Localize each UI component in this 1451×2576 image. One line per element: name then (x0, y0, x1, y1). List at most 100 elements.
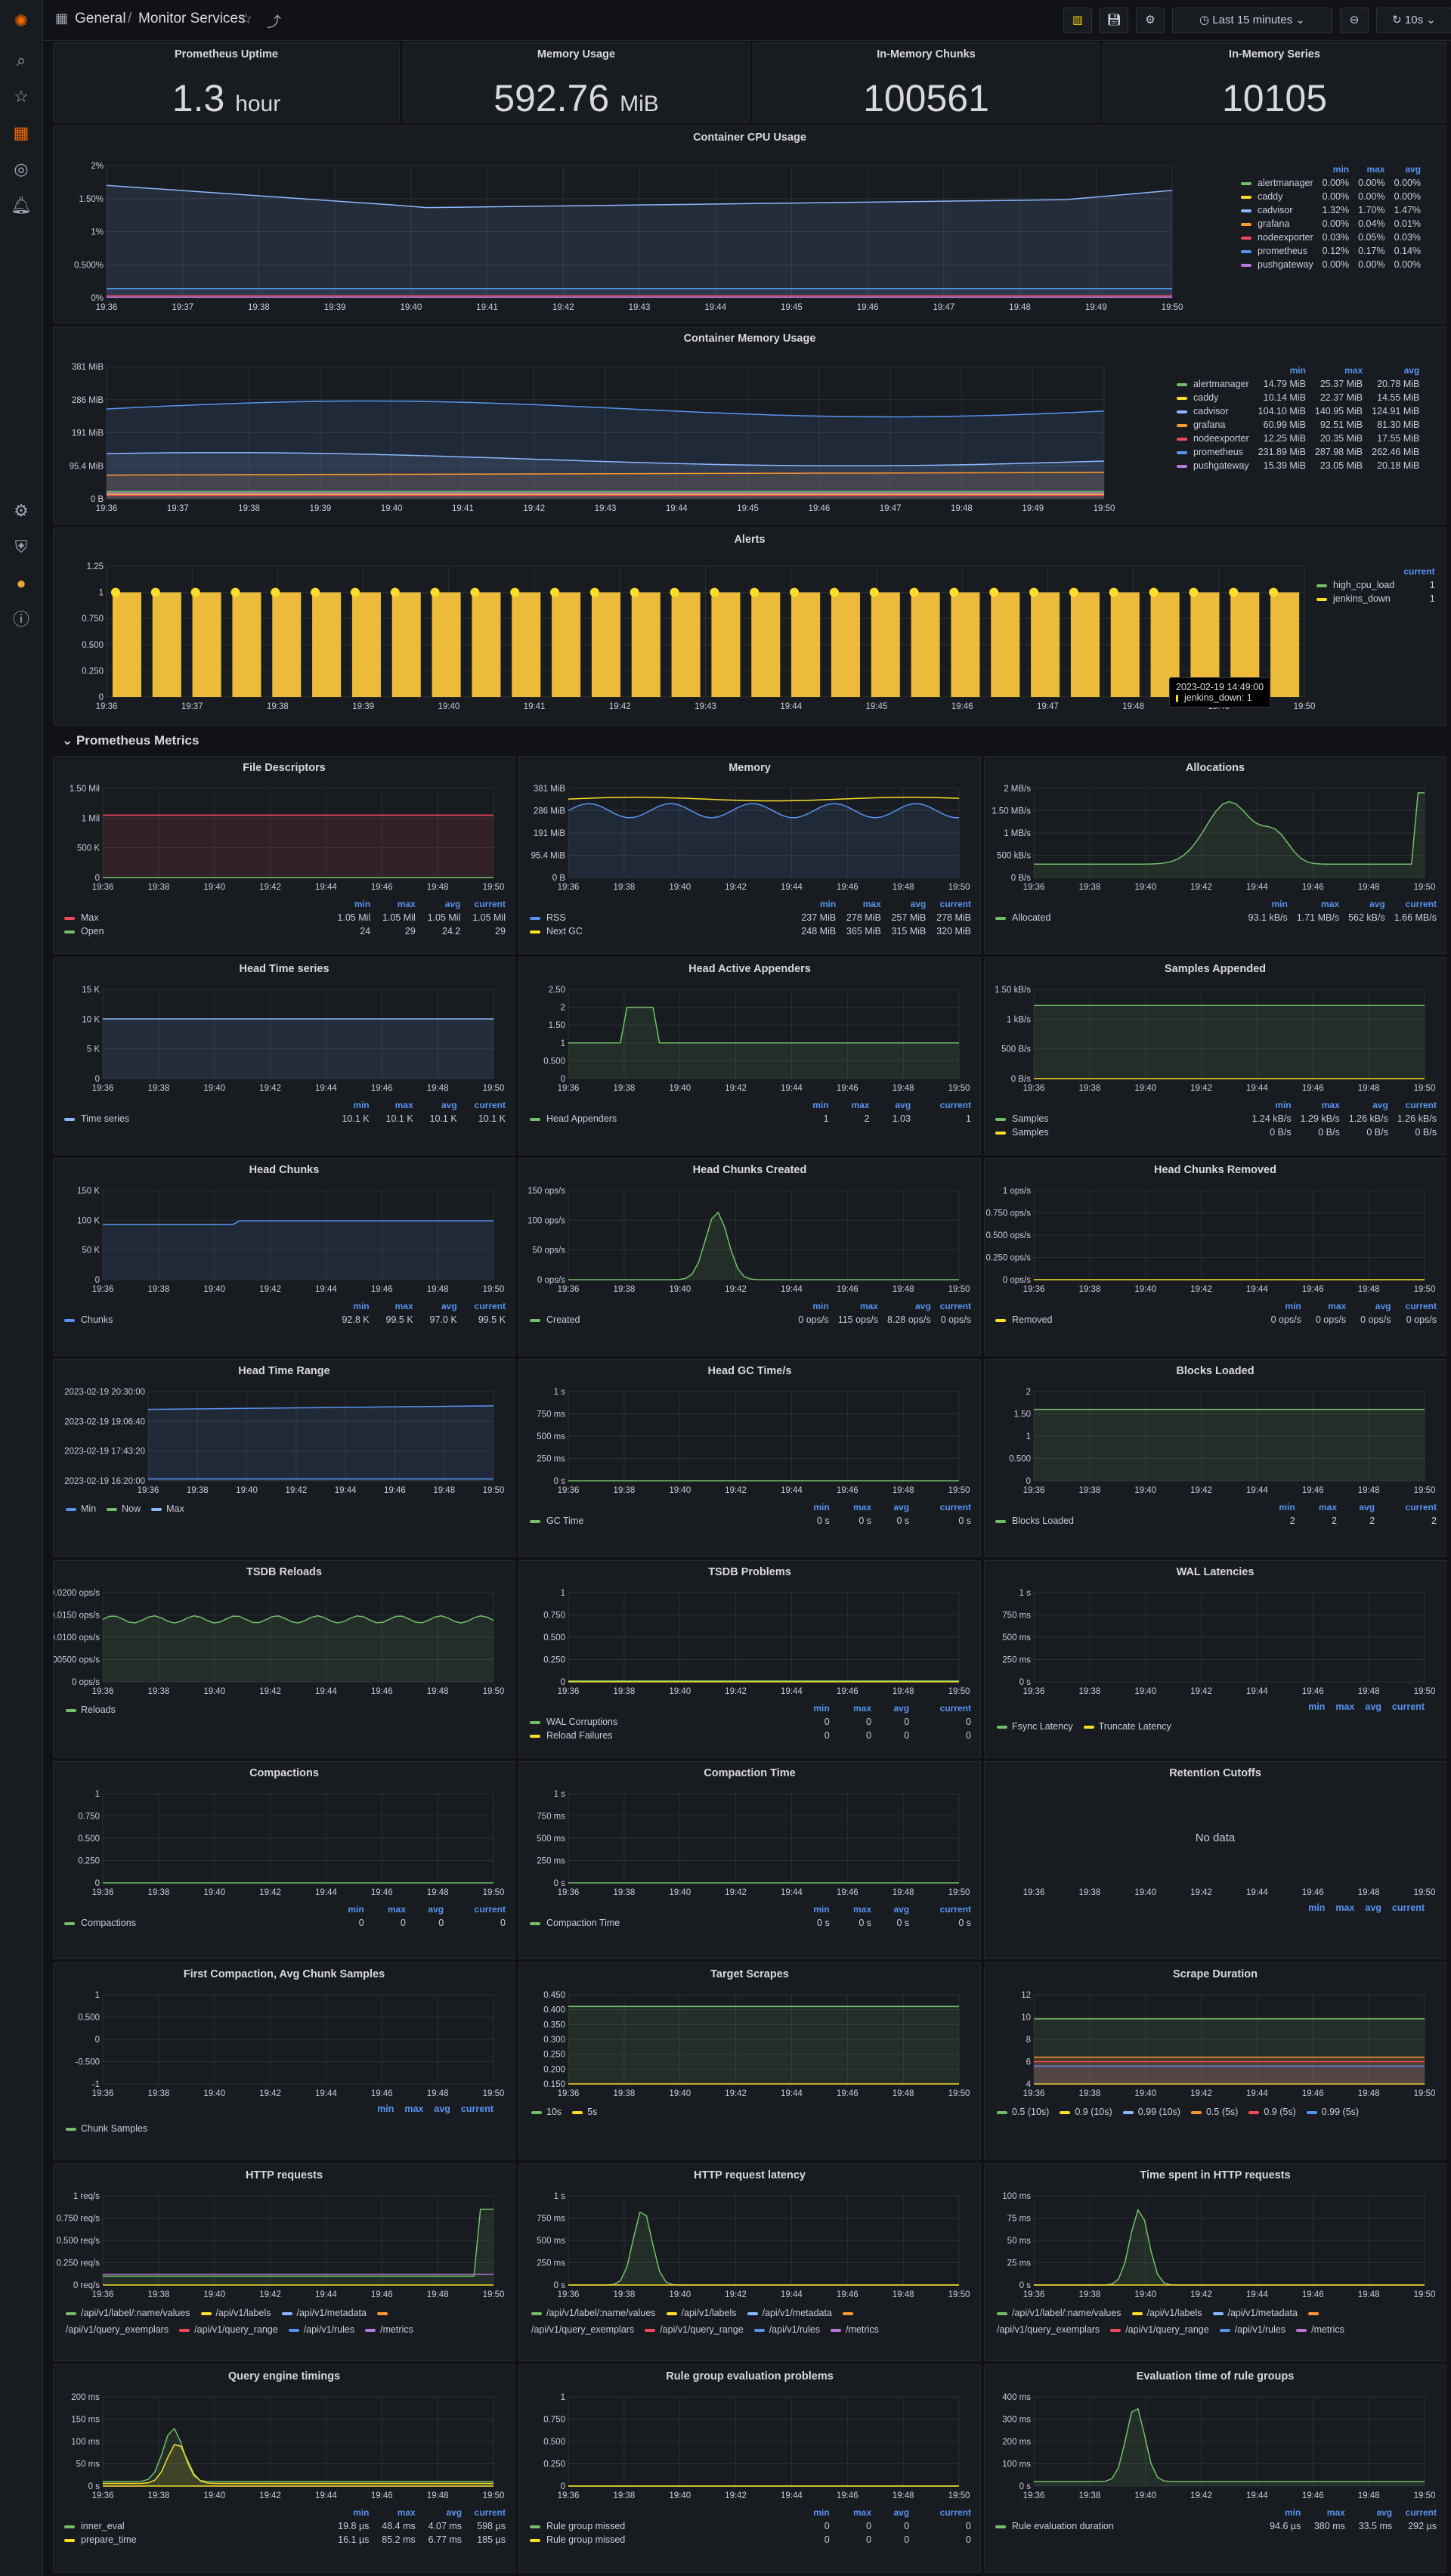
legend-header[interactable]: current (462, 1098, 510, 1112)
legend-header[interactable]: current (1399, 565, 1439, 578)
timeseries-panel[interactable]: HTTP requests 1 req/s 0.750 req/s 0.500 req… (53, 2163, 515, 2361)
legend-item[interactable]: /api/v1/metadata (747, 2308, 832, 2318)
legend-series-name[interactable]: WAL Corruptions (546, 1717, 617, 1727)
server-admin-shield-icon[interactable]: ⛨ (11, 537, 32, 558)
legend-header[interactable]: current (1392, 1701, 1425, 1712)
legend-header[interactable]: avg (876, 1701, 914, 1715)
legend-series-name[interactable]: prepare_time (81, 2534, 137, 2545)
legend-series-name[interactable]: prometheus (1193, 447, 1243, 457)
legend-header[interactable]: max (1300, 1500, 1341, 1514)
timeseries-panel[interactable]: Head Chunks Removed 1 ops/s 0.750 ops/s 0.5… (984, 1158, 1446, 1356)
legend-header[interactable]: max (834, 1098, 874, 1112)
timeseries-panel[interactable]: First Compaction, Avg Chunk Samples 1 0.50… (53, 1962, 515, 2160)
legend-header[interactable]: max (404, 2104, 423, 2114)
legend-header[interactable]: min (330, 1903, 369, 1916)
legend-header[interactable]: min (330, 2506, 374, 2519)
timeseries-panel-memory[interactable]: Container Memory Usage 381 MiB 286 MiB 191 … (53, 327, 1446, 525)
legend-row[interactable]: Max 1.05 Mil 1.05 Mil 1.05 Mil 1.05 Mil (60, 911, 510, 924)
graph-canvas[interactable]: 12 10 8 6 419:36 19:38 19:40 19:42 19:44 19:46 19:… (985, 1963, 1446, 2160)
legend-series-name[interactable]: Max (81, 912, 99, 923)
legend-header[interactable]: min (794, 1299, 833, 1313)
legend-header[interactable]: max (1354, 163, 1389, 176)
legend-header[interactable]: max (840, 897, 886, 911)
timeseries-panel[interactable]: Allocations 2 MB/s 1.50 MB/s 1 MB/s 500 kB/s… (984, 756, 1446, 954)
legend-series-name[interactable]: Samples (1012, 1113, 1049, 1124)
timeseries-panel[interactable]: Query engine timings 200 ms 150 ms 100 ms 50… (53, 2364, 515, 2573)
legend-row[interactable]: nodeexporter 0.03% 0.05% 0.03% (1236, 231, 1425, 244)
legend-row[interactable]: Samples 0 B/s 0 B/s 0 B/s 0 B/s (991, 1125, 1441, 1139)
timeseries-panel[interactable]: Rule group evaluation problems 1 0.750 0.50… (518, 2364, 981, 2573)
timeseries-panel[interactable]: Compactions 1 0.750 0.500 0.250 0 19:36 19:38 19… (53, 1761, 515, 1959)
legend-row[interactable]: Open 24 29 24.2 29 (60, 924, 510, 938)
legend-series-name[interactable]: Reload Failures (546, 1730, 613, 1741)
legend-item[interactable]: /api/v1/query_range (1110, 2324, 1209, 2335)
legend-header[interactable]: current (914, 2506, 976, 2519)
legend-item[interactable]: /api/v1/rules (753, 2324, 820, 2335)
graph-canvas[interactable]: 0.0200 ops/s 0.0150 ops/s 0.0100 ops/s 0.00… (54, 1561, 515, 1758)
legend-item[interactable]: /api/v1/rules (288, 2324, 354, 2335)
legend-header[interactable]: avg (876, 1903, 914, 1916)
legend-header[interactable]: min (377, 2104, 394, 2114)
legend-header[interactable]: avg (1367, 364, 1424, 377)
legend-row[interactable]: cadvisor 1.32% 1.70% 1.47% (1236, 203, 1425, 217)
legend-series-name[interactable]: Open (81, 926, 104, 937)
legend-header[interactable]: max (1335, 1701, 1354, 1712)
legend-item[interactable]: 0.5 (5s) (1190, 2107, 1238, 2117)
legend-series-name[interactable]: Samples (1012, 1127, 1049, 1138)
legend-series-name[interactable]: pushgateway (1193, 460, 1249, 471)
legend-header[interactable]: avg (1365, 1701, 1381, 1712)
legend-series-name[interactable]: cadvisor (1193, 406, 1229, 416)
legend-row[interactable]: Samples 1.24 kB/s 1.29 kB/s 1.26 kB/s 1.26 k… (991, 1112, 1441, 1125)
legend-series-name[interactable]: Rule group missed (546, 2521, 625, 2531)
legend-row[interactable]: prepare_time 16.1 µs 85.2 ms 6.77 ms 185 µs (60, 2533, 510, 2547)
legend-series-name[interactable]: caddy (1258, 191, 1282, 202)
legend-header[interactable]: avg (1344, 1098, 1393, 1112)
legend-header[interactable]: current (465, 897, 510, 911)
legend-header[interactable]: avg (876, 2506, 914, 2519)
legend-header[interactable]: avg (418, 1299, 462, 1313)
timeseries-panel[interactable]: Time spent in HTTP requests 100 ms 75 ms 50… (984, 2163, 1446, 2361)
dashboards-icon[interactable]: ▦ (11, 122, 32, 144)
legend-series-name[interactable]: GC Time (546, 1516, 583, 1526)
legend-row[interactable]: prometheus 0.12% 0.17% 0.14% (1236, 244, 1425, 258)
legend-header[interactable]: current (461, 2104, 493, 2114)
legend-series-name[interactable]: Chunks (81, 1314, 113, 1325)
graph-canvas[interactable]: 19:36 19:38 19:40 19:42 19:44 19:46 19:48 19:50 (985, 1762, 1446, 1959)
alerting-bell-icon[interactable]: 🔔︎ (11, 195, 32, 216)
timeseries-panel[interactable]: HTTP request latency 1 s 750 ms 500 ms 250 m… (518, 2163, 981, 2361)
legend-header[interactable]: min (1248, 1098, 1296, 1112)
legend-header[interactable]: current (914, 1701, 976, 1715)
legend-header[interactable]: current (936, 1299, 976, 1313)
legend-item[interactable]: /metrics (365, 2324, 413, 2335)
legend-header[interactable]: current (930, 897, 976, 911)
legend-row[interactable]: Compaction Time 0 s 0 s 0 s 0 s (525, 1916, 976, 1930)
timeseries-panel[interactable]: Head Chunks 150 K 100 K 50 K 0 19:36 19:38 19:4… (53, 1158, 515, 1356)
timeseries-panel[interactable]: Memory 381 MiB 286 MiB 191 MiB 95.4 MiB 0 B 19… (518, 756, 981, 954)
legend-row[interactable]: jenkins_down 1 (1312, 592, 1440, 605)
configuration-gear-icon[interactable]: ⚙ (11, 500, 32, 522)
zoom-out-icon[interactable]: ⊖ (1340, 8, 1369, 33)
legend-row[interactable]: prometheus 231.89 MiB 287.98 MiB 262.46 MiB (1172, 445, 1424, 459)
legend-header[interactable]: max (834, 1903, 876, 1916)
legend-row[interactable]: Rule group missed 0 0 0 0 (525, 2519, 976, 2533)
legend-header[interactable]: min (330, 1098, 374, 1112)
breadcrumb-folder[interactable]: General (75, 11, 126, 27)
legend-header[interactable]: min (330, 897, 376, 911)
legend-header[interactable]: current (1390, 897, 1441, 911)
legend-item[interactable]: 0.9 (10s) (1060, 2107, 1112, 2117)
legend-item[interactable]: /api/v1/rules (1219, 2324, 1285, 2335)
legend-series-name[interactable]: high_cpu_load (1333, 580, 1394, 590)
legend-header[interactable]: min (796, 2506, 834, 2519)
legend-row[interactable]: pushgateway 0.00% 0.00% 0.00% (1236, 258, 1425, 271)
legend-row[interactable]: WAL Corruptions 0 0 0 0 (525, 1715, 976, 1729)
stat-panel-memory[interactable]: Memory Usage 592.76 MiB (403, 42, 750, 122)
legend-item[interactable]: /api/v1/query_range (645, 2324, 744, 2335)
graph-canvas[interactable]: 2023-02-19 20:30:00 2023-02-19 19:06:40 20… (54, 1360, 515, 1557)
timeseries-panel[interactable]: Compaction Time 1 s 750 ms 500 ms 250 ms 0 s1… (518, 1761, 981, 1959)
legend-series-name[interactable]: alertmanager (1258, 178, 1313, 188)
legend-header[interactable]: avg (1350, 1299, 1395, 1313)
legend-header[interactable]: min (796, 1701, 834, 1715)
legend-header[interactable]: max (834, 2506, 876, 2519)
legend-header[interactable]: avg (410, 1903, 448, 1916)
legend-row[interactable]: RSS 237 MiB 278 MiB 257 MiB 278 MiB (525, 911, 976, 924)
